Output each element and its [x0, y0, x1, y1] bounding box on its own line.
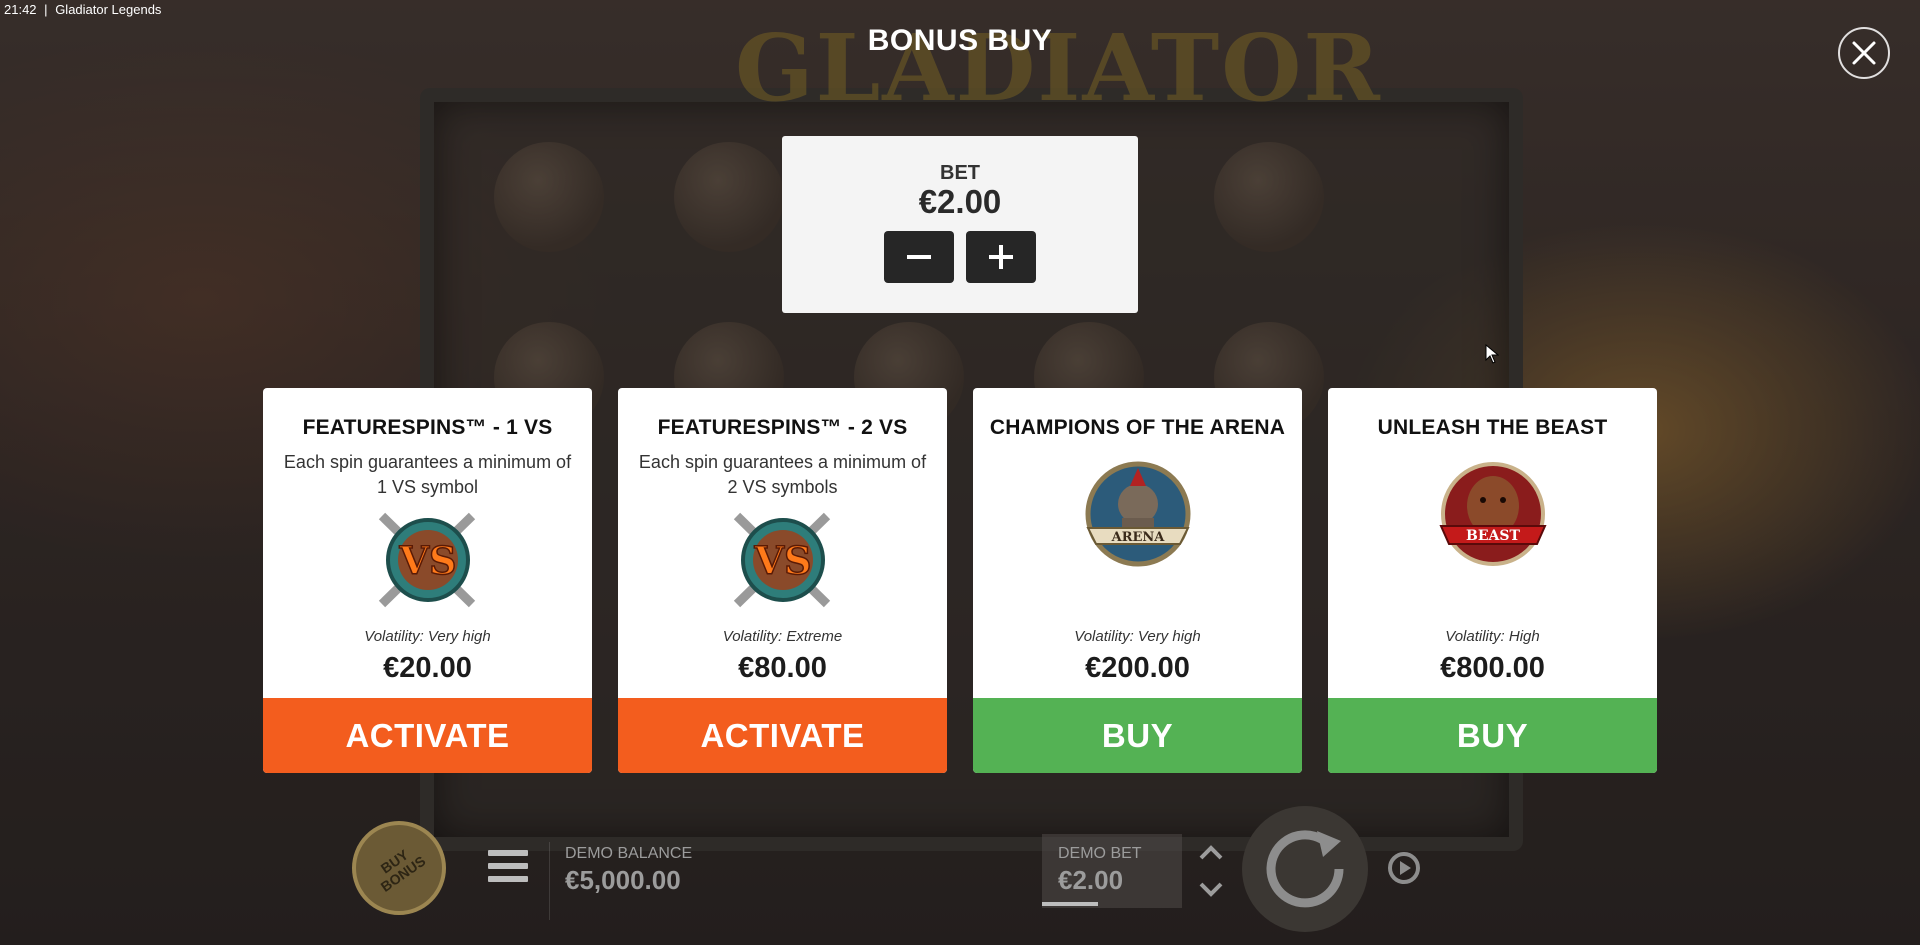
bonus-card-featurespins-1vs: FEATURESPINS™ - 1 VS Each spin guarantee… [263, 388, 592, 773]
buy-button[interactable]: BUY [1328, 698, 1657, 773]
card-description: Each spin guarantees a minimum of 1 VS s… [283, 452, 572, 497]
chevron-up-icon [1199, 845, 1223, 860]
buy-bonus-button[interactable]: BUY BONUS [352, 821, 446, 915]
bonus-card-featurespins-2vs: FEATURESPINS™ - 2 VS Each spin guarantee… [618, 388, 947, 773]
card-price: €80.00 [738, 652, 827, 684]
bonus-options: FEATURESPINS™ - 1 VS Each spin guarantee… [263, 388, 1657, 773]
buy-button[interactable]: BUY [973, 698, 1302, 773]
svg-text:ARENA: ARENA [1110, 530, 1165, 545]
activate-button[interactable]: ACTIVATE [618, 698, 947, 773]
increase-bet-button[interactable] [966, 231, 1036, 283]
bet-panel: BET €2.00 [782, 136, 1138, 313]
card-price: €20.00 [383, 652, 472, 684]
card-volatility: Volatility: Extreme [722, 628, 843, 645]
demo-bet-label: DEMO BET [1058, 845, 1142, 862]
vs-symbol-icon: VS [378, 512, 475, 608]
minus-icon [907, 255, 931, 259]
close-button[interactable] [1838, 27, 1890, 79]
window-title: Gladiator Legends [55, 2, 162, 17]
divider [549, 842, 550, 920]
bonus-card-champions-of-the-arena: CHAMPIONS OF THE ARENA ARENA Volatility:… [973, 388, 1302, 773]
spin-button[interactable] [1242, 806, 1368, 932]
autoplay-icon [1388, 852, 1420, 884]
card-title: UNLEASH THE BEAST [1377, 416, 1608, 439]
card-volatility: Volatility: Very high [1074, 628, 1201, 645]
close-icon [1852, 41, 1876, 65]
decrease-bet-button[interactable] [884, 231, 954, 283]
svg-text:BEAST: BEAST [1466, 528, 1520, 544]
buy-bonus-label: BUY BONUS [377, 846, 429, 895]
svg-text:VS: VS [398, 538, 456, 583]
vs-symbol-icon: VS [733, 512, 830, 608]
card-title: FEATURESPINS™ - 2 VS [657, 416, 908, 439]
bet-value: €2.00 [918, 183, 1002, 220]
mouse-cursor-icon [1485, 344, 1499, 364]
beast-icon: BEAST [1438, 462, 1547, 566]
card-title: CHAMPIONS OF THE ARENA [989, 416, 1286, 439]
plus-icon [989, 245, 1013, 269]
bet-level-bar [1042, 902, 1098, 906]
status-bar: 21:42 | Gladiator Legends [4, 2, 162, 17]
demo-bet-value: €2.00 [1058, 865, 1124, 895]
bet-label: BET [940, 162, 980, 184]
card-description: Each spin guarantees a minimum of 2 VS s… [638, 452, 927, 497]
card-price: €800.00 [1440, 652, 1545, 684]
bet-adjust-arrows[interactable] [1196, 840, 1226, 902]
card-volatility: Volatility: Very high [364, 628, 491, 645]
clock: 21:42 [4, 2, 37, 17]
autoplay-button[interactable] [1384, 848, 1424, 888]
arena-icon: ARENA [1085, 461, 1190, 567]
balance-label: DEMO BALANCE [565, 845, 693, 862]
card-volatility: Volatility: High [1445, 628, 1540, 645]
menu-icon [488, 850, 528, 856]
menu-button[interactable] [488, 850, 528, 886]
modal-title: BONUS BUY [867, 24, 1053, 57]
bonus-card-unleash-the-beast: UNLEASH THE BEAST BEAST Volatility: High… [1328, 388, 1657, 773]
balance-value: €5,000.00 [565, 865, 681, 895]
card-price: €200.00 [1085, 652, 1190, 684]
activate-button[interactable]: ACTIVATE [263, 698, 592, 773]
chevron-down-icon [1199, 882, 1223, 897]
spin-icon [1266, 830, 1344, 908]
svg-text:VS: VS [753, 538, 811, 583]
card-title: FEATURESPINS™ - 1 VS [302, 416, 553, 439]
